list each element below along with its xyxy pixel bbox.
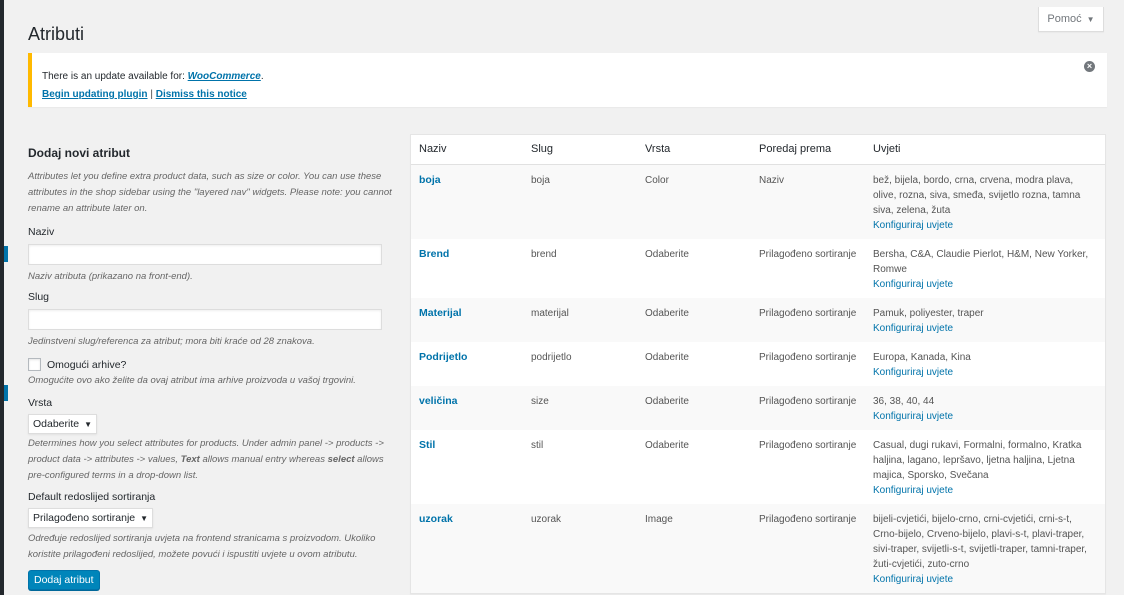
- enable-archives-label: Omogući arhive?: [47, 358, 127, 371]
- table-row: Brend brend Odaberite Prilagođeno sortir…: [411, 239, 1105, 298]
- attribute-order: Naziv: [751, 164, 865, 239]
- configure-terms-link[interactable]: Konfiguriraj uvjete: [873, 572, 1097, 587]
- form-intro: Attributes let you define extra product …: [28, 171, 392, 214]
- page-title: Atributi: [28, 24, 85, 44]
- attribute-type: Color: [637, 164, 751, 239]
- attribute-slug: stil: [531, 439, 544, 451]
- attribute-terms: bijeli-cvjetići, bijelo-crno, crni-cvjet…: [873, 513, 1087, 570]
- attribute-terms: bež, bijela, bordo, crna, crvena, modra …: [873, 174, 1081, 216]
- attribute-terms: Europa, Kanada, Kina: [873, 351, 971, 363]
- add-attribute-button[interactable]: Dodaj atribut: [28, 570, 100, 590]
- configure-terms-link[interactable]: Konfiguriraj uvjete: [873, 365, 1097, 380]
- attribute-name-link[interactable]: uzorak: [419, 513, 453, 525]
- attribute-type: Odaberite: [645, 351, 689, 363]
- attribute-slug: podrijetlo: [531, 351, 572, 363]
- attribute-slug: size: [523, 385, 637, 430]
- table-row: Stil stil Odaberite Prilagođeno sortiran…: [411, 430, 1105, 504]
- admin-sidebar-edge: [0, 0, 4, 595]
- attribute-order: Prilagođeno sortiranje: [751, 297, 865, 342]
- attributes-table: Naziv Slug Vrsta Poredaj prema Uvjeti bo…: [410, 134, 1106, 594]
- type-select[interactable]: Odaberite ▼: [28, 414, 98, 434]
- slug-label: Slug: [28, 291, 50, 303]
- attribute-slug: uzorak: [523, 503, 637, 593]
- type-select-value: Odaberite: [33, 418, 80, 430]
- sidebar-marker: [4, 246, 8, 262]
- sidebar-marker: [4, 385, 8, 401]
- order-select-value: Prilagođeno sortiranje: [33, 512, 136, 524]
- column-header-name: Naziv: [411, 135, 523, 165]
- type-description: Determines how you select attributes for…: [28, 438, 384, 481]
- table-header-row: Naziv Slug Vrsta Poredaj prema Uvjeti: [411, 135, 1105, 165]
- attribute-type: Odaberite: [645, 248, 689, 260]
- begin-update-link[interactable]: Begin updating plugin: [42, 89, 148, 100]
- configure-terms-link[interactable]: Konfiguriraj uvjete: [873, 483, 1097, 498]
- close-icon[interactable]: ×: [1084, 61, 1095, 72]
- configure-terms-link[interactable]: Konfiguriraj uvjete: [873, 218, 1097, 233]
- configure-terms-link[interactable]: Konfiguriraj uvjete: [873, 277, 1097, 292]
- attribute-name-link[interactable]: veličina: [419, 395, 458, 407]
- enable-archives-row: Omogući arhive?: [28, 358, 398, 371]
- name-label: Naziv: [28, 226, 55, 238]
- slug-input[interactable]: [28, 309, 382, 330]
- attribute-type: Odaberite: [637, 297, 751, 342]
- chevron-down-icon: ▼: [1086, 14, 1095, 24]
- add-attribute-form: Dodaj novi atribut Attributes let you de…: [28, 140, 398, 590]
- notice-actions: Begin updating plugin | Dismiss this not…: [42, 86, 1095, 104]
- chevron-down-icon: ▼: [140, 513, 149, 523]
- configure-terms-link[interactable]: Konfiguriraj uvjete: [873, 409, 1097, 424]
- attribute-terms: Casual, dugi rukavi, Formalni, formalno,…: [873, 439, 1082, 481]
- column-header-order: Poredaj prema: [751, 135, 865, 165]
- attribute-name-link[interactable]: Stil: [419, 439, 435, 451]
- attribute-type: Odaberite: [645, 439, 689, 451]
- attribute-order: Prilagođeno sortiranje: [751, 503, 865, 593]
- name-description: Naziv atributa (prikazano na front-end).: [28, 271, 193, 282]
- archives-description: Omogućite ovo ako želite da ovaj atribut…: [28, 375, 356, 386]
- table-row: Materijal materijal Odaberite Prilagođen…: [411, 297, 1105, 342]
- attribute-terms: Bersha, C&A, Claudie Pierlot, H&M, New Y…: [873, 248, 1089, 275]
- help-tab-button[interactable]: Pomoć ▼: [1038, 7, 1104, 32]
- attribute-slug: materijal: [523, 297, 637, 342]
- plugin-link[interactable]: WooCommerce: [188, 71, 261, 82]
- attribute-order: Prilagođeno sortiranje: [759, 351, 857, 363]
- table-row: Podrijetlo podrijetlo Odaberite Prilagođ…: [411, 342, 1105, 386]
- attribute-order: Prilagođeno sortiranje: [751, 385, 865, 430]
- table-row: uzorak uzorak Image Prilagođeno sortiran…: [411, 503, 1105, 593]
- enable-archives-checkbox[interactable]: [28, 358, 41, 371]
- update-notice: There is an update available for: WooCom…: [28, 53, 1107, 107]
- attribute-slug: boja: [523, 164, 637, 239]
- column-header-type: Vrsta: [637, 135, 751, 165]
- separator: |: [150, 89, 153, 100]
- form-heading: Dodaj novi atribut: [28, 146, 130, 160]
- help-tab-label: Pomoć: [1047, 13, 1082, 25]
- attribute-name-link[interactable]: boja: [419, 174, 441, 186]
- column-header-terms: Uvjeti: [865, 135, 1105, 165]
- attribute-terms: Pamuk, poliyester, traper: [873, 307, 984, 319]
- attribute-order: Prilagođeno sortiranje: [759, 439, 857, 451]
- attribute-name-link[interactable]: Brend: [419, 248, 449, 260]
- order-select[interactable]: Prilagođeno sortiranje ▼: [28, 508, 154, 528]
- order-description: Određuje redoslijed sortiranja uvjeta na…: [28, 533, 376, 560]
- dismiss-notice-link[interactable]: Dismiss this notice: [156, 89, 247, 100]
- attribute-type: Odaberite: [637, 385, 751, 430]
- order-label: Default redoslijed sortiranja: [28, 491, 156, 503]
- slug-description: Jedinstveni slug/referenca za atribut; m…: [28, 336, 315, 347]
- configure-terms-link[interactable]: Konfiguriraj uvjete: [873, 321, 1097, 336]
- attribute-type: Image: [637, 503, 751, 593]
- attribute-order: Prilagođeno sortiranje: [759, 248, 857, 260]
- column-header-slug: Slug: [523, 135, 637, 165]
- table-row: veličina size Odaberite Prilagođeno sort…: [411, 385, 1105, 430]
- attribute-name-link[interactable]: Podrijetlo: [419, 351, 467, 363]
- type-label: Vrsta: [28, 397, 53, 409]
- table-row: boja boja Color Naziv bež, bijela, bordo…: [411, 164, 1105, 239]
- chevron-down-icon: ▼: [84, 419, 93, 429]
- attribute-slug: brend: [531, 248, 557, 260]
- attribute-name-link[interactable]: Materijal: [419, 307, 462, 319]
- notice-message: There is an update available for: WooCom…: [42, 71, 264, 82]
- name-input[interactable]: [28, 244, 382, 265]
- attribute-terms: 36, 38, 40, 44: [873, 395, 935, 407]
